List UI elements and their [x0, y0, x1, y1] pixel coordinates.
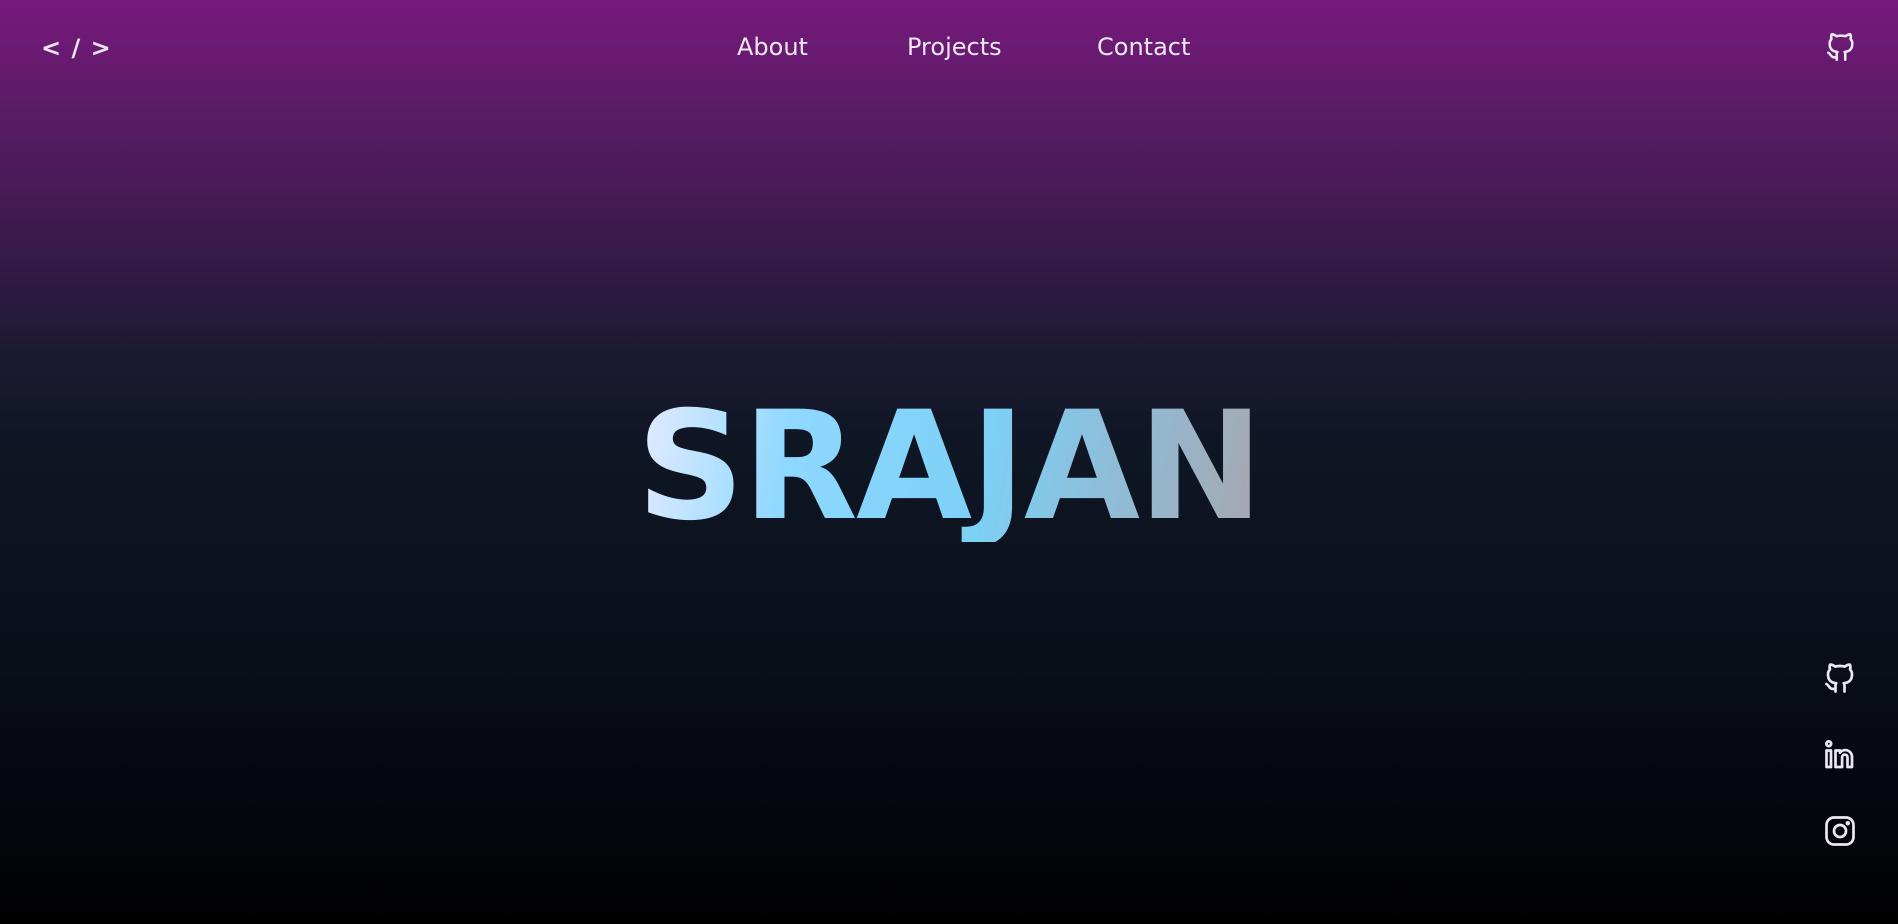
github-icon[interactable]	[1822, 660, 1858, 696]
nav-link-about[interactable]: About	[737, 33, 808, 61]
hero: SRAJAN	[0, 392, 1898, 542]
nav-links: About Projects Contact	[0, 33, 1898, 67]
nav-link-contact[interactable]: Contact	[1097, 33, 1190, 61]
github-icon[interactable]	[1824, 30, 1858, 64]
linkedin-icon[interactable]	[1822, 737, 1858, 773]
navbar: < / > About Projects Contact	[0, 0, 1898, 100]
nav-link-projects[interactable]: Projects	[907, 33, 1002, 61]
hero-title: SRAJAN	[636, 380, 1263, 554]
instagram-icon[interactable]	[1822, 813, 1858, 849]
